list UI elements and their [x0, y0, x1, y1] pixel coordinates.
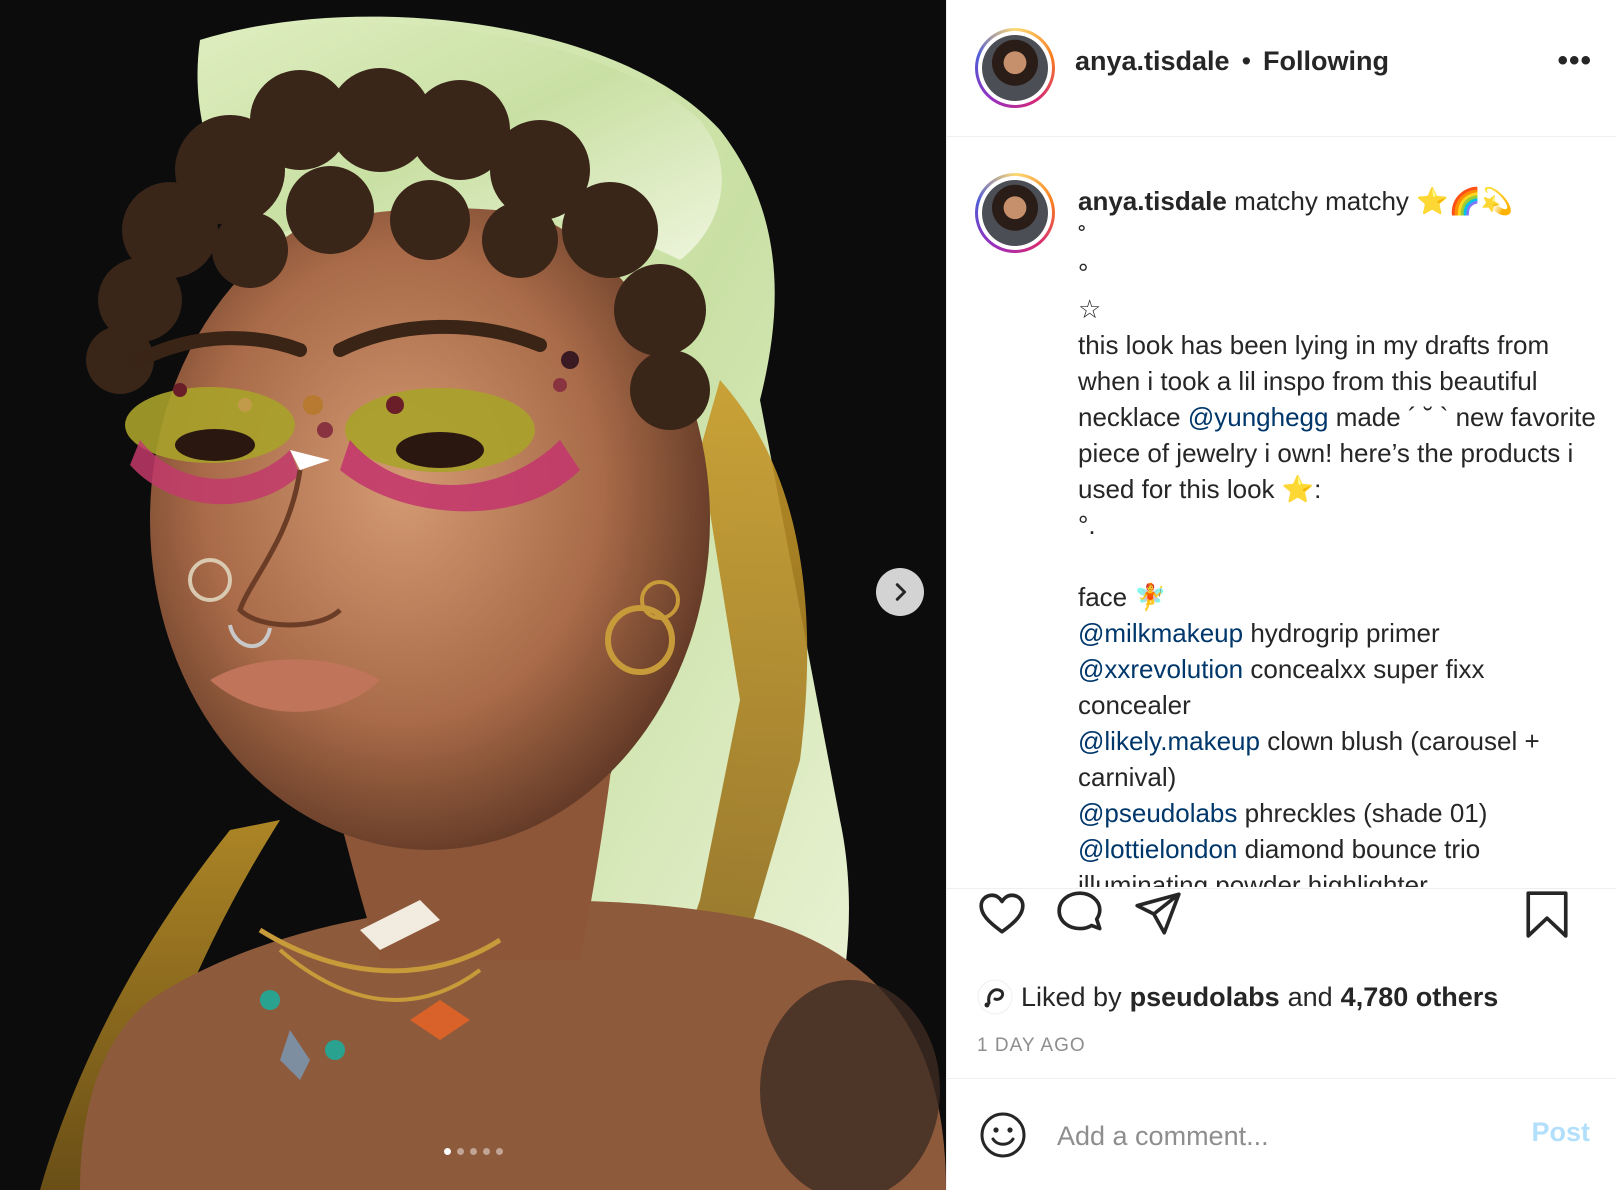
- comment-input[interactable]: [1055, 1115, 1479, 1157]
- post-comment-button[interactable]: Post: [1531, 1117, 1590, 1148]
- mention-link[interactable]: @milkmakeup: [1078, 618, 1243, 648]
- likes-prefix: Liked by: [1021, 981, 1122, 1012]
- likes-conjunction: and: [1287, 981, 1333, 1012]
- liker-avatar[interactable]: [977, 979, 1013, 1015]
- liker-username[interactable]: pseudolabs: [1130, 982, 1280, 1013]
- portrait-image: [0, 0, 946, 1190]
- next-photo-button[interactable]: [876, 568, 924, 616]
- carousel-dot: [469, 1148, 477, 1155]
- caption-text-segment: matchy matchy ⭐🌈💫 ˚ ° ☆ this look has be…: [1078, 186, 1550, 432]
- caption-avatar[interactable]: [975, 173, 1055, 253]
- header-username[interactable]: anya.tisdale: [1075, 46, 1230, 77]
- header-separator: •: [1241, 46, 1252, 76]
- carousel-dot: [456, 1148, 464, 1155]
- caption-text-segment: hydrogrip primer: [1250, 618, 1440, 648]
- likes-count[interactable]: 4,780 others: [1341, 982, 1499, 1013]
- caption-text-segment: phreckles (shade 01): [1244, 798, 1488, 828]
- save-bookmark-icon[interactable]: [1523, 889, 1571, 939]
- carousel-dot: [482, 1148, 490, 1155]
- post-side-panel: anya.tisdale • Following ••• anya.tisdal…: [946, 0, 1616, 1190]
- action-bar: Liked by pseudolabs and 4,780 others 1 D…: [947, 888, 1616, 1079]
- comment-bar: Post: [947, 1078, 1616, 1191]
- like-heart-icon[interactable]: [977, 889, 1027, 939]
- caption-text: anya.tisdale matchy matchy ⭐🌈💫 ˚ ° ☆ thi…: [1078, 183, 1598, 887]
- caption-scroll-area[interactable]: anya.tisdale matchy matchy ⭐🌈💫 ˚ ° ☆ thi…: [947, 137, 1616, 887]
- emoji-smiley-icon[interactable]: [979, 1111, 1027, 1159]
- following-button[interactable]: Following: [1263, 46, 1389, 77]
- caption-body: matchy matchy ⭐🌈💫 ˚ ° ☆ this look has be…: [1078, 186, 1603, 887]
- share-send-icon[interactable]: [1133, 889, 1183, 939]
- mention-link[interactable]: @yunghegg: [1188, 402, 1329, 432]
- carousel-dot: [495, 1148, 503, 1155]
- mention-link[interactable]: @xxrevolution: [1078, 654, 1243, 684]
- more-options-icon[interactable]: •••: [1557, 44, 1592, 78]
- caption-username[interactable]: anya.tisdale: [1078, 186, 1227, 216]
- post-timestamp[interactable]: 1 DAY AGO: [977, 1035, 1086, 1057]
- mention-link[interactable]: @likely.makeup: [1078, 726, 1260, 756]
- mention-link[interactable]: @lottielondon: [1078, 834, 1237, 864]
- post-photo[interactable]: [0, 0, 946, 1190]
- likes-summary: Liked by pseudolabs and 4,780 others: [977, 979, 1498, 1015]
- caption-text-segment: made ´ ˘ ` new favorite piece of jewelry…: [1078, 402, 1596, 612]
- carousel-dot: [443, 1148, 451, 1155]
- post-header: anya.tisdale • Following •••: [947, 0, 1616, 137]
- carousel-indicator: [0, 1148, 946, 1155]
- chevron-right-icon: [895, 583, 907, 601]
- header-avatar[interactable]: [975, 28, 1055, 108]
- mention-link[interactable]: @pseudolabs: [1078, 798, 1237, 828]
- comment-bubble-icon[interactable]: [1055, 889, 1105, 939]
- post-container: anya.tisdale • Following ••• anya.tisdal…: [0, 0, 1616, 1190]
